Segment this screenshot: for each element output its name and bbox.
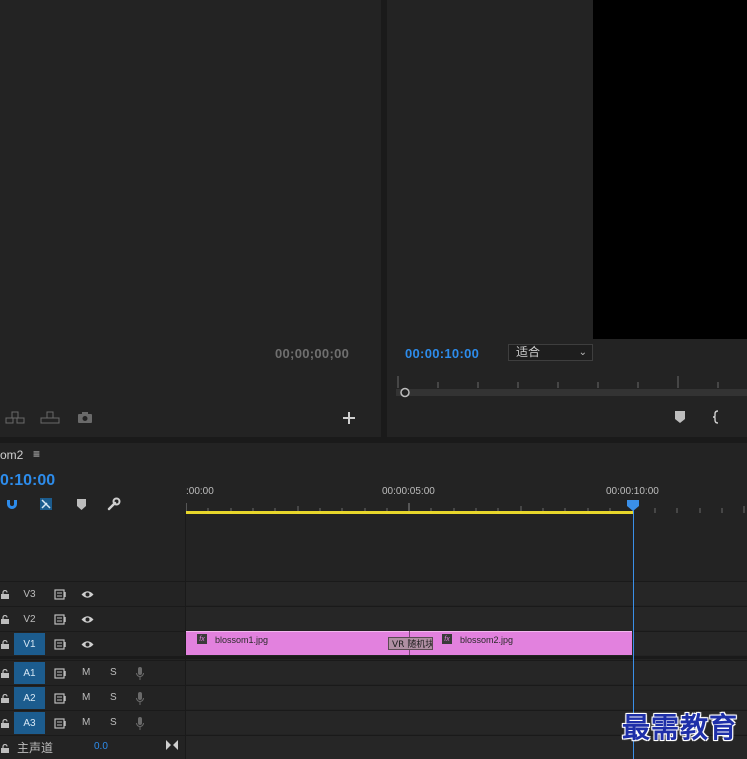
- track-header-a3: A3 M S: [0, 710, 186, 734]
- empty-track-space: [186, 514, 747, 580]
- playhead-handle[interactable]: [627, 500, 639, 511]
- sync-lock-icon[interactable]: [53, 691, 67, 705]
- microphone-icon[interactable]: [134, 665, 146, 681]
- lock-icon[interactable]: [0, 583, 10, 605]
- fit-select-value: 适合: [516, 345, 541, 359]
- fx-badge-icon[interactable]: fx: [442, 634, 452, 644]
- clip-name: blossom2.jpg: [460, 635, 514, 645]
- lock-icon[interactable]: [0, 608, 10, 630]
- track-target-a1[interactable]: A1: [14, 662, 45, 684]
- track-area-v3[interactable]: [186, 581, 747, 605]
- track-header-v2: V2: [0, 606, 186, 630]
- lock-icon[interactable]: [0, 633, 10, 655]
- eye-icon[interactable]: [79, 587, 95, 601]
- overwrite-icon[interactable]: [39, 409, 61, 425]
- sync-lock-icon[interactable]: [53, 637, 67, 651]
- track-header-a2: A2 M S: [0, 685, 186, 709]
- source-monitor-panel: [0, 0, 381, 437]
- eye-icon[interactable]: [79, 612, 95, 626]
- track-header-a1: A1 M S: [0, 660, 186, 684]
- mute-button[interactable]: M: [82, 717, 90, 728]
- timeline-timecode[interactable]: 0:10:00: [0, 472, 55, 490]
- ruler-label-10s: 00:00:10:00: [606, 486, 659, 497]
- transition-effect[interactable]: VR 随机块: [388, 637, 433, 650]
- insert-icon[interactable]: [4, 409, 26, 425]
- track-target-a3[interactable]: A3: [14, 712, 45, 734]
- sequence-tab[interactable]: om2: [0, 448, 23, 462]
- snap-magnet-icon[interactable]: [4, 496, 20, 512]
- ruler-label-start: :00:00: [186, 486, 214, 497]
- microphone-icon[interactable]: [134, 715, 146, 731]
- go-to-edit-point-icon[interactable]: [165, 738, 179, 752]
- program-scrub-ruler[interactable]: [396, 372, 747, 402]
- ruler-label-5s: 00:00:05:00: [382, 486, 435, 497]
- track-area-a1[interactable]: [186, 660, 747, 684]
- sync-lock-icon[interactable]: [53, 716, 67, 730]
- wrench-settings-icon[interactable]: [106, 496, 122, 512]
- master-track-label: 主声道: [17, 741, 54, 755]
- mute-button[interactable]: M: [82, 667, 90, 678]
- mute-button[interactable]: M: [82, 692, 90, 703]
- fit-zoom-select[interactable]: 适合 ⌄: [508, 344, 593, 361]
- solo-button[interactable]: S: [110, 717, 117, 728]
- fx-badge-icon[interactable]: fx: [197, 634, 207, 644]
- track-header-v1: V1: [0, 631, 186, 655]
- track-target-v1[interactable]: V1: [14, 633, 45, 655]
- microphone-icon[interactable]: [134, 690, 146, 706]
- header-video-audio-divider[interactable]: [0, 656, 186, 659]
- lock-icon[interactable]: [0, 687, 10, 709]
- watermark-logo: 最需教育: [622, 711, 739, 744]
- solo-button[interactable]: S: [110, 667, 117, 678]
- program-timecode[interactable]: 00:00:10:00: [405, 346, 479, 361]
- lock-icon[interactable]: [0, 712, 10, 734]
- add-button-plus-icon[interactable]: [341, 410, 357, 426]
- track-target-v2[interactable]: V2: [14, 608, 45, 630]
- program-video-frame: [593, 0, 747, 339]
- eye-icon[interactable]: [79, 637, 95, 651]
- chevron-down-icon: ⌄: [578, 347, 587, 358]
- lock-icon[interactable]: [0, 662, 10, 684]
- video-audio-divider[interactable]: [186, 656, 747, 659]
- solo-button[interactable]: S: [110, 692, 117, 703]
- program-playhead-knob[interactable]: [400, 387, 410, 398]
- track-header-v3: V3: [0, 581, 186, 605]
- track-target-a2[interactable]: A2: [14, 687, 45, 709]
- sync-lock-icon[interactable]: [53, 612, 67, 626]
- add-marker-icon[interactable]: [673, 409, 687, 425]
- track-target-v3[interactable]: V3: [14, 583, 45, 605]
- lock-icon[interactable]: [0, 737, 10, 759]
- add-marker-icon[interactable]: [75, 497, 87, 511]
- source-timecode[interactable]: 00;00;00;00: [275, 346, 349, 361]
- panel-menu-icon[interactable]: ≡: [33, 447, 40, 461]
- track-area-v2[interactable]: [186, 606, 747, 630]
- mark-in-icon[interactable]: [709, 409, 723, 425]
- sync-lock-icon[interactable]: [53, 587, 67, 601]
- linked-selection-icon[interactable]: [38, 496, 54, 512]
- master-volume-value[interactable]: 0.0: [94, 741, 108, 752]
- export-frame-camera-icon[interactable]: [76, 409, 94, 425]
- clip-name: blossom1.jpg: [215, 635, 269, 645]
- sync-lock-icon[interactable]: [53, 666, 67, 680]
